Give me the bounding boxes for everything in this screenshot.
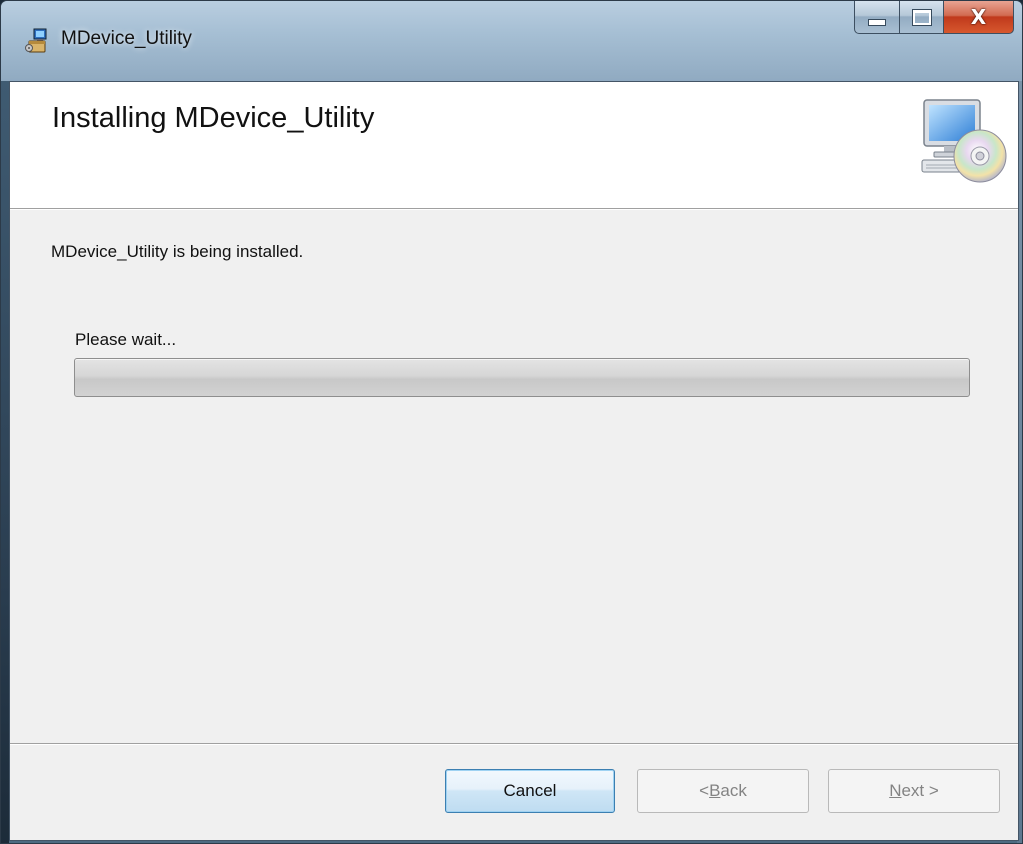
window-title: MDevice_Utility — [61, 28, 192, 49]
title-bar[interactable]: MDevice_Utility X — [1, 1, 1022, 81]
window-left-border — [1, 81, 9, 843]
close-button[interactable]: X — [944, 1, 1014, 34]
close-icon: X — [970, 5, 987, 29]
minimize-icon — [868, 18, 886, 26]
computer-with-cd-icon — [921, 99, 1007, 183]
page-title: Installing MDevice_Utility — [52, 102, 375, 134]
next-button-rest: ext > — [901, 781, 939, 800]
install-progress-bar — [74, 358, 970, 397]
minimize-button[interactable] — [854, 1, 900, 34]
header-banner: Installing MDevice_Utility — [10, 82, 1018, 209]
dialog-client-area: Installing MDevice_Utility MDevice_Utili… — [9, 81, 1019, 841]
cancel-button-label: Cancel — [503, 781, 557, 800]
installer-icon — [25, 28, 47, 53]
next-button-mnemonic: N — [889, 781, 902, 800]
back-button-mnemonic: B — [709, 781, 721, 800]
banner-divider — [10, 209, 1018, 210]
progress-label: Please wait... — [75, 330, 177, 349]
maximize-button[interactable] — [900, 1, 944, 34]
back-button-prefix: < — [699, 781, 710, 800]
maximize-icon — [911, 8, 932, 26]
installer-window: MDevice_Utility X Installing MDevice_Uti… — [0, 0, 1023, 844]
status-text: MDevice_Utility is being installed. — [51, 242, 304, 261]
back-button-rest: ack — [720, 781, 747, 800]
next-button[interactable]: Next > — [828, 769, 1000, 813]
footer-divider — [10, 743, 1018, 745]
back-button[interactable]: < Back — [637, 769, 809, 813]
cancel-button[interactable]: Cancel — [445, 769, 615, 813]
caption-buttons: X — [854, 1, 1014, 35]
